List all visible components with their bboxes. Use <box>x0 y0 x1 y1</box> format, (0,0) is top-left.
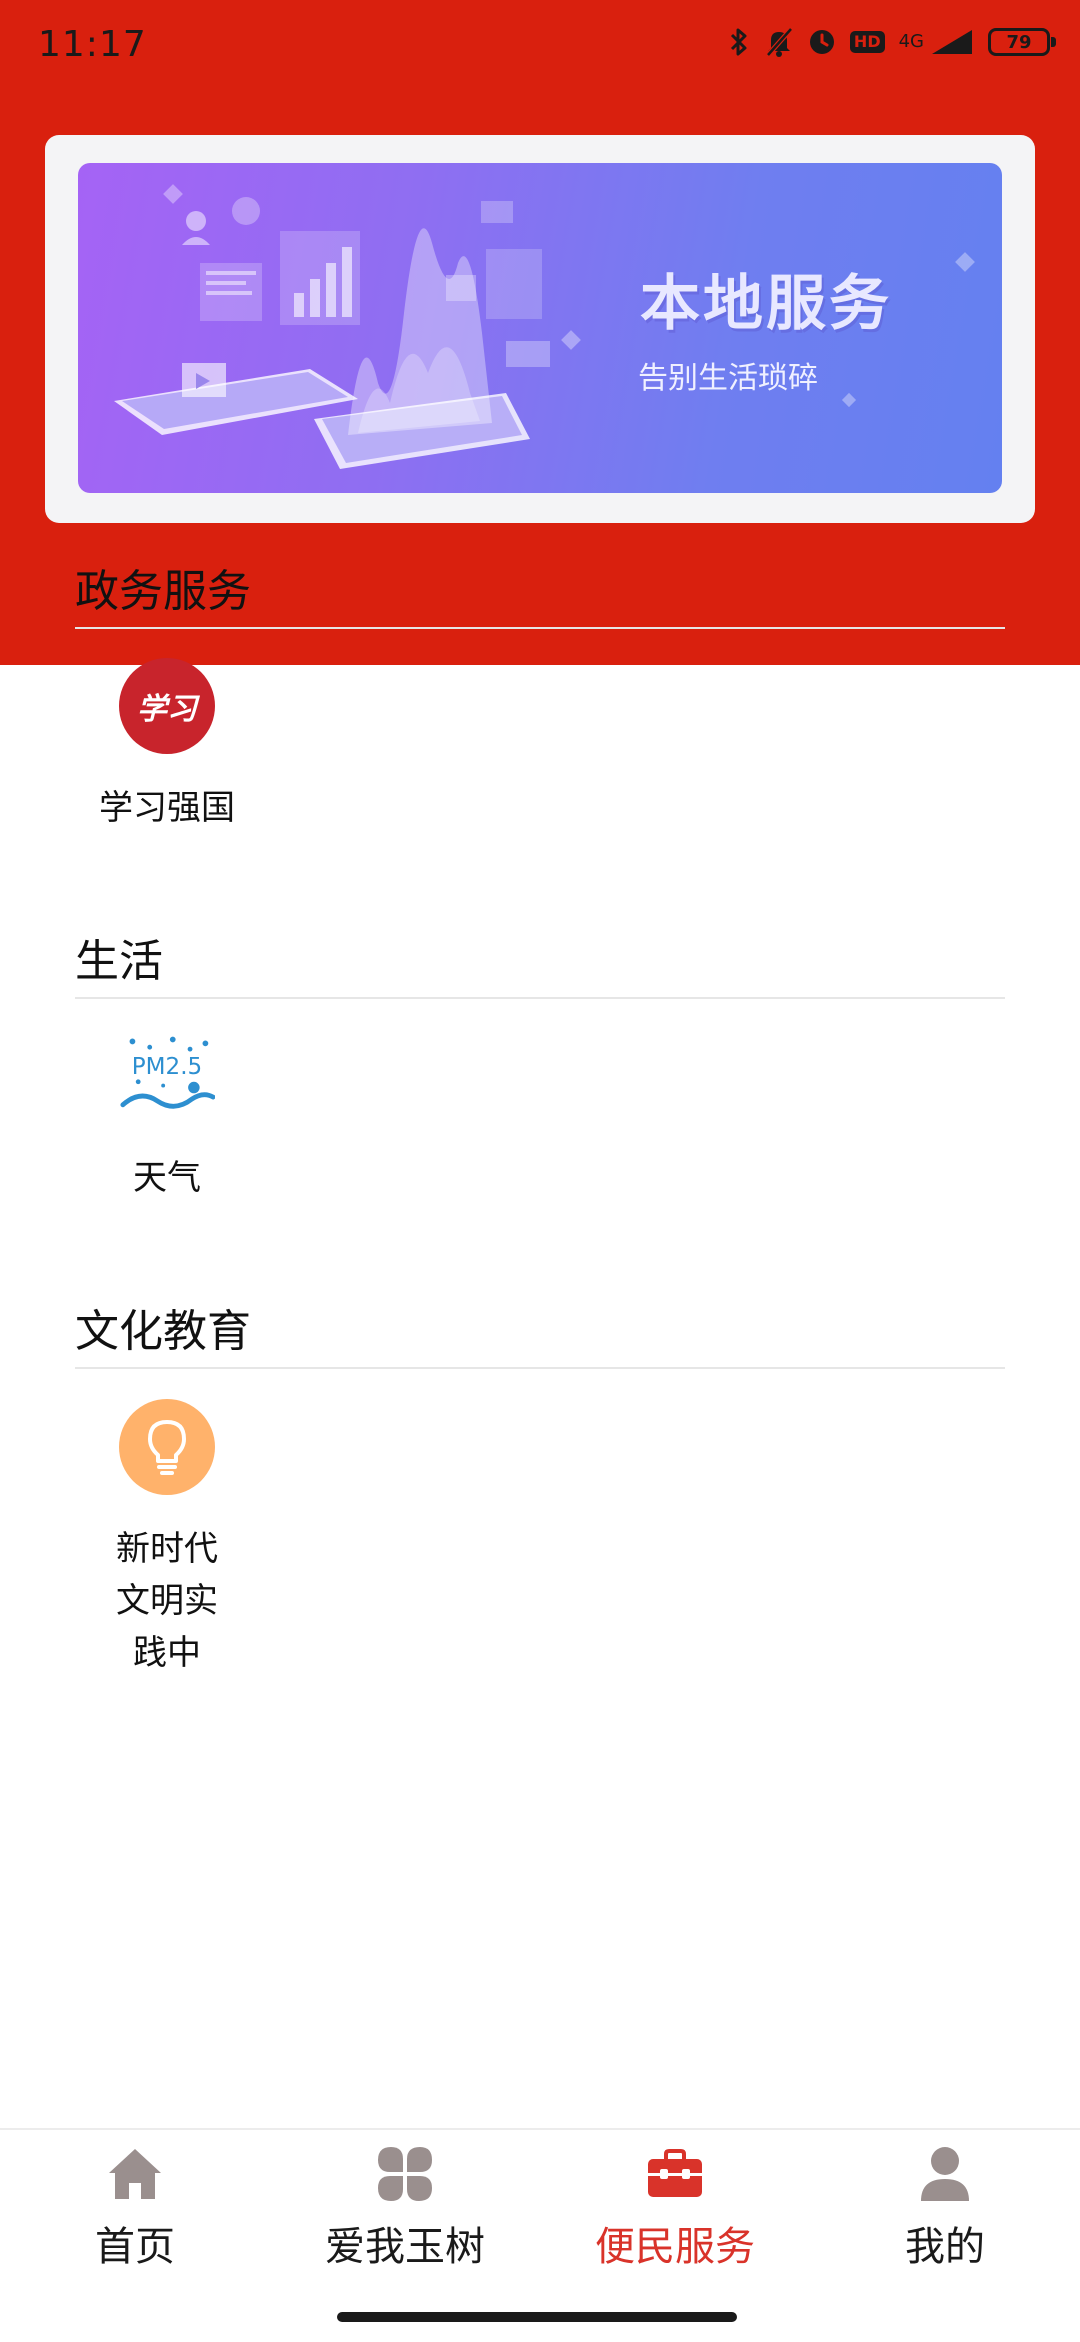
app-label: 学习强国 <box>99 788 235 828</box>
nav-label: 爱我玉树 <box>325 2224 485 2270</box>
hd-icon: HD <box>849 31 885 53</box>
lightbulb-icon <box>119 1399 215 1495</box>
nav-item-mine[interactable]: 我的 <box>810 2144 1080 2272</box>
section-divider <box>75 1367 1005 1369</box>
banner-title: 本地服务 <box>640 269 892 339</box>
app-xuexi-qiangguo[interactable]: 学习 学习强国 <box>77 658 257 834</box>
nav-label: 首页 <box>95 2224 175 2270</box>
battery-icon: 79 <box>988 28 1056 56</box>
nav-label: 便民服务 <box>595 2224 755 2270</box>
battery-level: 79 <box>1006 31 1032 53</box>
section-title-government: 政务服务 <box>75 566 251 617</box>
clover-icon <box>375 2144 435 2204</box>
app-label: 天气 <box>133 1158 201 1198</box>
toolbox-icon <box>645 2144 705 2204</box>
section-title-culture-education: 文化教育 <box>75 1306 251 1357</box>
home-icon <box>105 2144 165 2204</box>
section-title-life: 生活 <box>75 936 163 987</box>
banner-card: 本地服务 告别生活琐碎 <box>45 135 1035 523</box>
nav-label: 我的 <box>905 2224 985 2270</box>
network-type-label: 4G <box>898 31 924 52</box>
nav-item-home[interactable]: 首页 <box>0 2144 270 2272</box>
banner-subtitle: 告别生活琐碎 <box>638 361 818 396</box>
status-time: 11:17 <box>38 24 147 65</box>
section-divider <box>75 997 1005 999</box>
nav-item-convenience-services[interactable]: 便民服务 <box>540 2144 810 2272</box>
status-bar: 11:17 HD 4G 79 <box>0 0 1080 96</box>
bluetooth-icon <box>728 26 750 58</box>
xuexi-qiangguo-icon: 学习 <box>119 658 215 754</box>
signal-icon <box>930 28 974 56</box>
section-divider <box>75 627 1005 629</box>
app-civilization-practice-center[interactable]: 新时代文明实践中 <box>77 1399 257 1679</box>
pm25-weather-icon: PM2.5 <box>119 1028 215 1124</box>
app-weather[interactable]: PM2.5 天气 <box>77 1028 257 1204</box>
bottom-navigation: 首页 爱我玉树 便民服务 我的 <box>0 2128 1080 2342</box>
svg-text:PM2.5: PM2.5 <box>132 1054 202 1080</box>
alarm-clock-icon <box>808 28 836 56</box>
person-icon <box>915 2144 975 2204</box>
app-label: 新时代文明实践中 <box>116 1529 218 1673</box>
status-icons: HD 4G 79 <box>728 26 1056 58</box>
local-service-banner[interactable]: 本地服务 告别生活琐碎 <box>78 163 1002 493</box>
home-indicator[interactable] <box>337 2312 737 2322</box>
nav-item-love-yushu[interactable]: 爱我玉树 <box>270 2144 540 2272</box>
mute-bell-icon <box>764 26 794 58</box>
